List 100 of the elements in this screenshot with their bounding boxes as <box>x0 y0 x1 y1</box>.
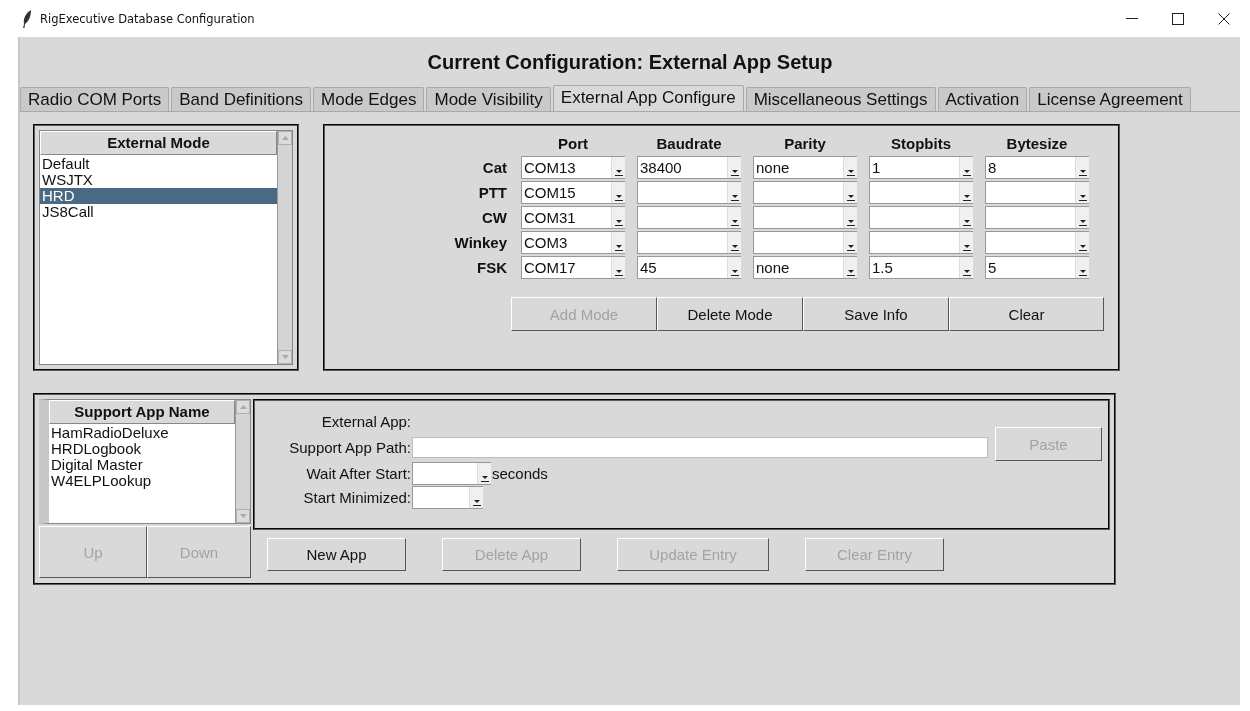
scrollbar[interactable] <box>277 131 292 364</box>
tab[interactable]: Mode Edges <box>313 87 425 111</box>
column-header: Port <box>557 134 589 154</box>
caret-icon <box>846 195 855 201</box>
column-header[interactable]: Support App Name <box>49 400 235 424</box>
caret-icon <box>614 245 623 251</box>
list-item[interactable]: JS8Call <box>40 204 277 220</box>
field-label: Support App Path: <box>288 438 411 456</box>
dropdown-field[interactable]: 8 <box>985 156 1089 179</box>
dropdown-field[interactable] <box>637 181 741 204</box>
caret-icon <box>1078 220 1087 226</box>
list-item[interactable]: HamRadioDeluxe <box>49 425 235 441</box>
dropdown-field[interactable] <box>985 181 1089 204</box>
mode-button[interactable]: Clear <box>949 297 1104 331</box>
tab[interactable]: Radio COM Ports <box>20 87 170 111</box>
caret-icon <box>1078 270 1087 276</box>
caret-icon <box>614 220 623 226</box>
caret-icon <box>614 270 623 276</box>
row-label: FSK <box>476 259 508 276</box>
caret-icon <box>962 170 971 176</box>
dropdown-field[interactable] <box>869 206 973 229</box>
window-title: RigExecutive Database Configuration <box>40 11 255 26</box>
caret-icon <box>730 195 739 201</box>
caret-icon <box>846 245 855 251</box>
caret-icon <box>962 220 971 226</box>
caret-icon <box>1078 245 1087 251</box>
maximize-icon[interactable] <box>1172 12 1184 25</box>
dropdown-field[interactable]: COM15 <box>521 181 625 204</box>
caret-icon <box>1078 195 1087 201</box>
dropdown-field[interactable] <box>869 231 973 254</box>
list-item[interactable]: Digital Master <box>49 457 235 473</box>
tab[interactable]: License Agreement <box>1029 87 1191 111</box>
tab[interactable]: External App Configure <box>552 85 744 111</box>
dropdown-field[interactable]: COM13 <box>521 156 625 179</box>
caret-icon <box>730 270 739 276</box>
list-item[interactable]: Default <box>40 156 277 172</box>
caret-icon <box>962 195 971 201</box>
close-icon[interactable] <box>1218 12 1230 25</box>
dropdown-field[interactable] <box>985 206 1089 229</box>
dropdown-field[interactable] <box>753 231 857 254</box>
mode-button[interactable]: Delete Mode <box>657 297 803 331</box>
caret-icon <box>614 195 623 201</box>
dropdown-field[interactable]: COM17 <box>521 256 625 279</box>
dropdown-field[interactable]: 5 <box>985 256 1089 279</box>
list-item[interactable]: W4ELPLookup <box>49 473 235 489</box>
dropdown-field[interactable]: none <box>753 256 857 279</box>
field-label: Wait After Start: <box>305 464 411 482</box>
list-item[interactable]: HRDLogbook <box>49 441 235 457</box>
column-header: Stopbits <box>890 134 952 154</box>
caret-icon <box>730 220 739 226</box>
scroll-up-icon[interactable] <box>239 405 247 409</box>
row-label: Cat <box>481 159 508 176</box>
column-header: Parity <box>783 134 827 154</box>
caret-icon <box>472 499 481 506</box>
caret-icon <box>730 170 739 176</box>
row-label: Winkey <box>453 234 508 251</box>
dropdown-field[interactable]: none <box>753 156 857 179</box>
field-label: Start Minimized: <box>302 488 411 506</box>
list-item[interactable]: WSJTX <box>40 172 277 188</box>
dropdown-field[interactable]: 45 <box>637 256 741 279</box>
page-heading: Current Configuration: External App Setup <box>426 50 834 75</box>
feather-icon <box>22 9 32 28</box>
caret-icon <box>962 270 971 276</box>
list-item[interactable]: HRD <box>40 188 277 204</box>
dropdown-field[interactable]: COM31 <box>521 206 625 229</box>
caret-icon <box>846 220 855 226</box>
caret-icon <box>846 170 855 176</box>
dropdown-field[interactable] <box>869 181 973 204</box>
app-button[interactable]: New App <box>267 538 406 571</box>
app-path-field[interactable] <box>412 436 988 458</box>
unit-label: seconds <box>492 464 548 482</box>
dropdown-field[interactable]: COM3 <box>521 231 625 254</box>
scroll-down-icon[interactable] <box>239 514 247 518</box>
caret-icon <box>480 475 489 482</box>
dropdown-field[interactable] <box>753 206 857 229</box>
column-header[interactable]: External Mode <box>40 131 277 155</box>
scroll-up-icon[interactable] <box>281 136 289 140</box>
tab[interactable]: Mode Visibility <box>426 87 551 111</box>
tab[interactable]: Activation <box>937 87 1028 111</box>
minimized-dropdown[interactable] <box>412 485 483 509</box>
row-label: PTT <box>477 184 508 201</box>
dropdown-field[interactable]: 1.5 <box>869 256 973 279</box>
dropdown-field[interactable] <box>985 231 1089 254</box>
caret-icon <box>962 245 971 251</box>
dropdown-field[interactable] <box>753 181 857 204</box>
column-header: Baudrate <box>655 134 723 154</box>
wait-dropdown[interactable] <box>412 461 491 485</box>
dropdown-field[interactable]: 38400 <box>637 156 741 179</box>
caret-icon <box>614 170 623 176</box>
tab[interactable]: Band Definitions <box>171 87 311 111</box>
dropdown-field[interactable] <box>637 206 741 229</box>
caret-icon <box>846 270 855 276</box>
scrollbar[interactable] <box>235 400 250 523</box>
minimize-icon[interactable] <box>1126 17 1138 20</box>
field-label: External App: <box>320 412 411 430</box>
mode-button[interactable]: Save Info <box>803 297 949 331</box>
scroll-down-icon[interactable] <box>281 355 289 359</box>
dropdown-field[interactable] <box>637 231 741 254</box>
tab[interactable]: Miscellaneous Settings <box>745 87 936 111</box>
dropdown-field[interactable]: 1 <box>869 156 973 179</box>
